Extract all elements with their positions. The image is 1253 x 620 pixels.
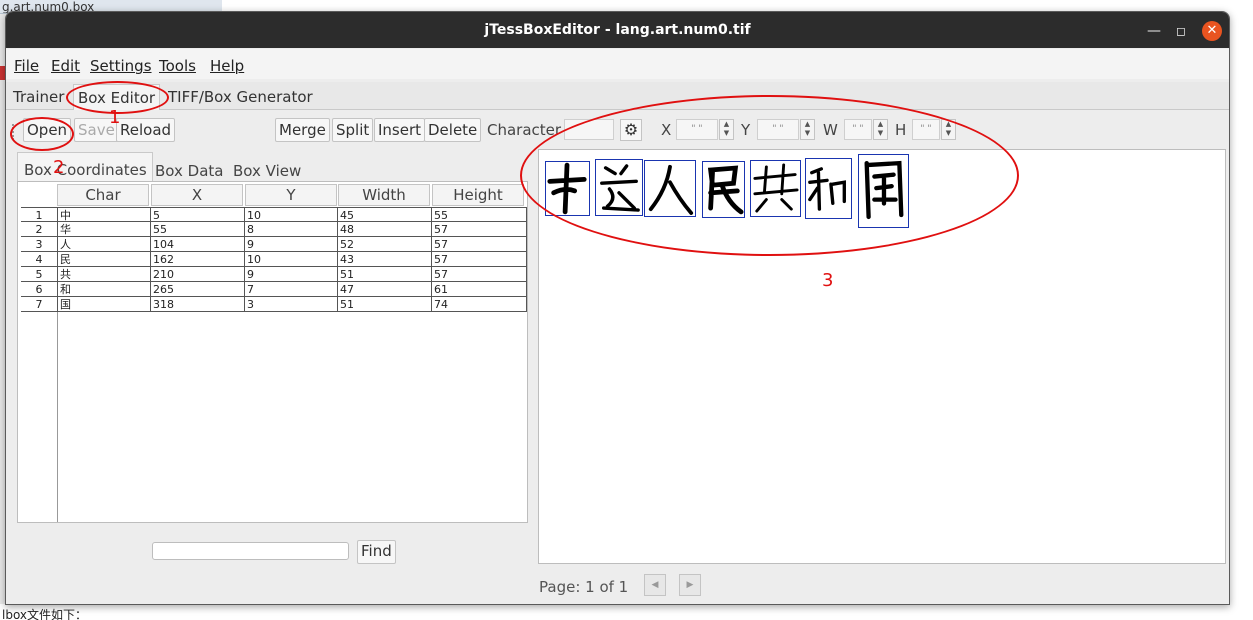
column-header-x[interactable]: X [151, 184, 243, 206]
cell-y[interactable]: 10 [245, 252, 338, 267]
annotation-ellipse-open [10, 117, 74, 151]
cell-height[interactable]: 57 [432, 222, 527, 237]
cell-height[interactable]: 57 [432, 267, 527, 282]
cell-height[interactable]: 61 [432, 282, 527, 297]
row-number: 1 [21, 208, 58, 223]
table-row[interactable]: 7 国 318 3 51 74 [21, 297, 527, 312]
table-row[interactable]: 2 华 55 8 48 57 [21, 222, 527, 237]
delete-button[interactable]: Delete [424, 118, 482, 142]
row-number: 3 [21, 237, 58, 252]
cell-x[interactable]: 265 [151, 282, 245, 297]
menu-file[interactable]: File [14, 57, 39, 75]
cell-char[interactable]: 民 [58, 252, 151, 267]
cell-width[interactable]: 52 [338, 237, 432, 252]
annotation-number: 3 [822, 270, 834, 291]
column-header-char[interactable]: Char [57, 184, 149, 206]
cell-char[interactable]: 国 [58, 297, 151, 312]
menu-help[interactable]: Help [210, 57, 244, 75]
cell-height[interactable]: 57 [432, 252, 527, 267]
row-number: 6 [21, 282, 58, 297]
annotation-number: 2 [53, 157, 65, 178]
cell-char[interactable]: 华 [58, 222, 151, 237]
annotation-number: 1 [109, 107, 121, 128]
menu-settings[interactable]: Settings [90, 57, 152, 75]
cell-width[interactable]: 51 [338, 297, 432, 312]
cell-char[interactable]: 中 [58, 208, 151, 223]
row-number: 7 [21, 297, 58, 312]
cell-y[interactable]: 8 [245, 222, 338, 237]
cell-y[interactable]: 9 [245, 267, 338, 282]
cell-height[interactable]: 57 [432, 237, 527, 252]
close-icon[interactable]: ✕ [1202, 21, 1222, 41]
cell-x[interactable]: 55 [151, 222, 245, 237]
table-row[interactable]: 5 共 210 9 51 57 [21, 267, 527, 282]
cell-height[interactable]: 74 [432, 297, 527, 312]
app-window: jTessBoxEditor - lang.art.num0.tif — ◻ ✕… [5, 11, 1230, 605]
table-row[interactable]: 1 中 5 10 45 55 [21, 207, 527, 223]
cell-width[interactable]: 45 [338, 208, 432, 223]
cell-y[interactable]: 3 [245, 297, 338, 312]
reload-button[interactable]: Reload [116, 118, 176, 142]
row-number: 2 [21, 222, 58, 237]
row-number: 4 [21, 252, 58, 267]
prev-page-icon[interactable]: ◀ [644, 574, 666, 596]
cell-width[interactable]: 48 [338, 222, 432, 237]
cell-y[interactable]: 10 [245, 208, 338, 223]
tab-box-view[interactable]: Box View [233, 162, 301, 180]
cell-height[interactable]: 55 [432, 208, 527, 223]
menu-edit[interactable]: Edit [51, 57, 80, 75]
cell-width[interactable]: 47 [338, 282, 432, 297]
find-bar: Find [15, 525, 530, 565]
merge-button[interactable]: Merge [275, 118, 330, 142]
tab-tiff-box-generator[interactable]: TIFF/Box Generator [168, 88, 313, 106]
row-number: 5 [21, 267, 58, 282]
tab-box-data[interactable]: Box Data [155, 162, 223, 180]
maximize-icon[interactable]: ◻ [1171, 21, 1191, 41]
table-row[interactable]: 4 民 162 10 43 57 [21, 252, 527, 267]
column-header-height[interactable]: Height [432, 184, 524, 206]
box-coordinates-table[interactable]: Char X Y Width Height 1 中 5 10 45 55 2 华… [17, 181, 528, 523]
insert-button[interactable]: Insert [374, 118, 426, 142]
page-indicator: Page: 1 of 1 [539, 578, 629, 596]
cell-x[interactable]: 318 [151, 297, 245, 312]
next-page-icon[interactable]: ▶ [679, 574, 701, 596]
cell-x[interactable]: 5 [151, 208, 245, 223]
tab-box-coordinates[interactable]: Box Coordinates [17, 152, 153, 182]
cell-width[interactable]: 51 [338, 267, 432, 282]
title-bar[interactable]: jTessBoxEditor - lang.art.num0.tif — ◻ ✕ [6, 12, 1229, 48]
split-button[interactable]: Split [332, 118, 374, 142]
cell-char[interactable]: 共 [58, 267, 151, 282]
column-header-width[interactable]: Width [338, 184, 430, 206]
table-row[interactable]: 3 人 104 9 52 57 [21, 237, 527, 252]
cell-y[interactable]: 9 [245, 237, 338, 252]
tab-trainer[interactable]: Trainer [13, 88, 64, 106]
find-button[interactable]: Find [357, 540, 396, 564]
cell-char[interactable]: 和 [58, 282, 151, 297]
cell-char[interactable]: 人 [58, 237, 151, 252]
window-title: jTessBoxEditor - lang.art.num0.tif [484, 22, 751, 38]
minimize-icon[interactable]: — [1144, 21, 1164, 41]
box-data-panel: Box Coordinates Box Data Box View Char X… [15, 149, 530, 565]
cell-width[interactable]: 43 [338, 252, 432, 267]
background-document-text: lbox文件如下： [0, 604, 1253, 620]
cell-y[interactable]: 7 [245, 282, 338, 297]
column-header-y[interactable]: Y [245, 184, 337, 206]
menu-bar: File Edit Settings Tools Help [6, 49, 1229, 79]
find-input[interactable] [152, 542, 349, 560]
main-tab-bar: Trainer Box Editor TIFF/Box Generator [6, 82, 1229, 110]
cell-x[interactable]: 162 [151, 252, 245, 267]
cell-x[interactable]: 210 [151, 267, 245, 282]
cell-x[interactable]: 104 [151, 237, 245, 252]
menu-tools[interactable]: Tools [159, 57, 196, 75]
table-row[interactable]: 6 和 265 7 47 61 [21, 282, 527, 297]
annotation-ellipse-canvas [520, 95, 1019, 256]
pagination-bar: Page: 1 of 1 ◀ ▶ [6, 568, 1229, 604]
